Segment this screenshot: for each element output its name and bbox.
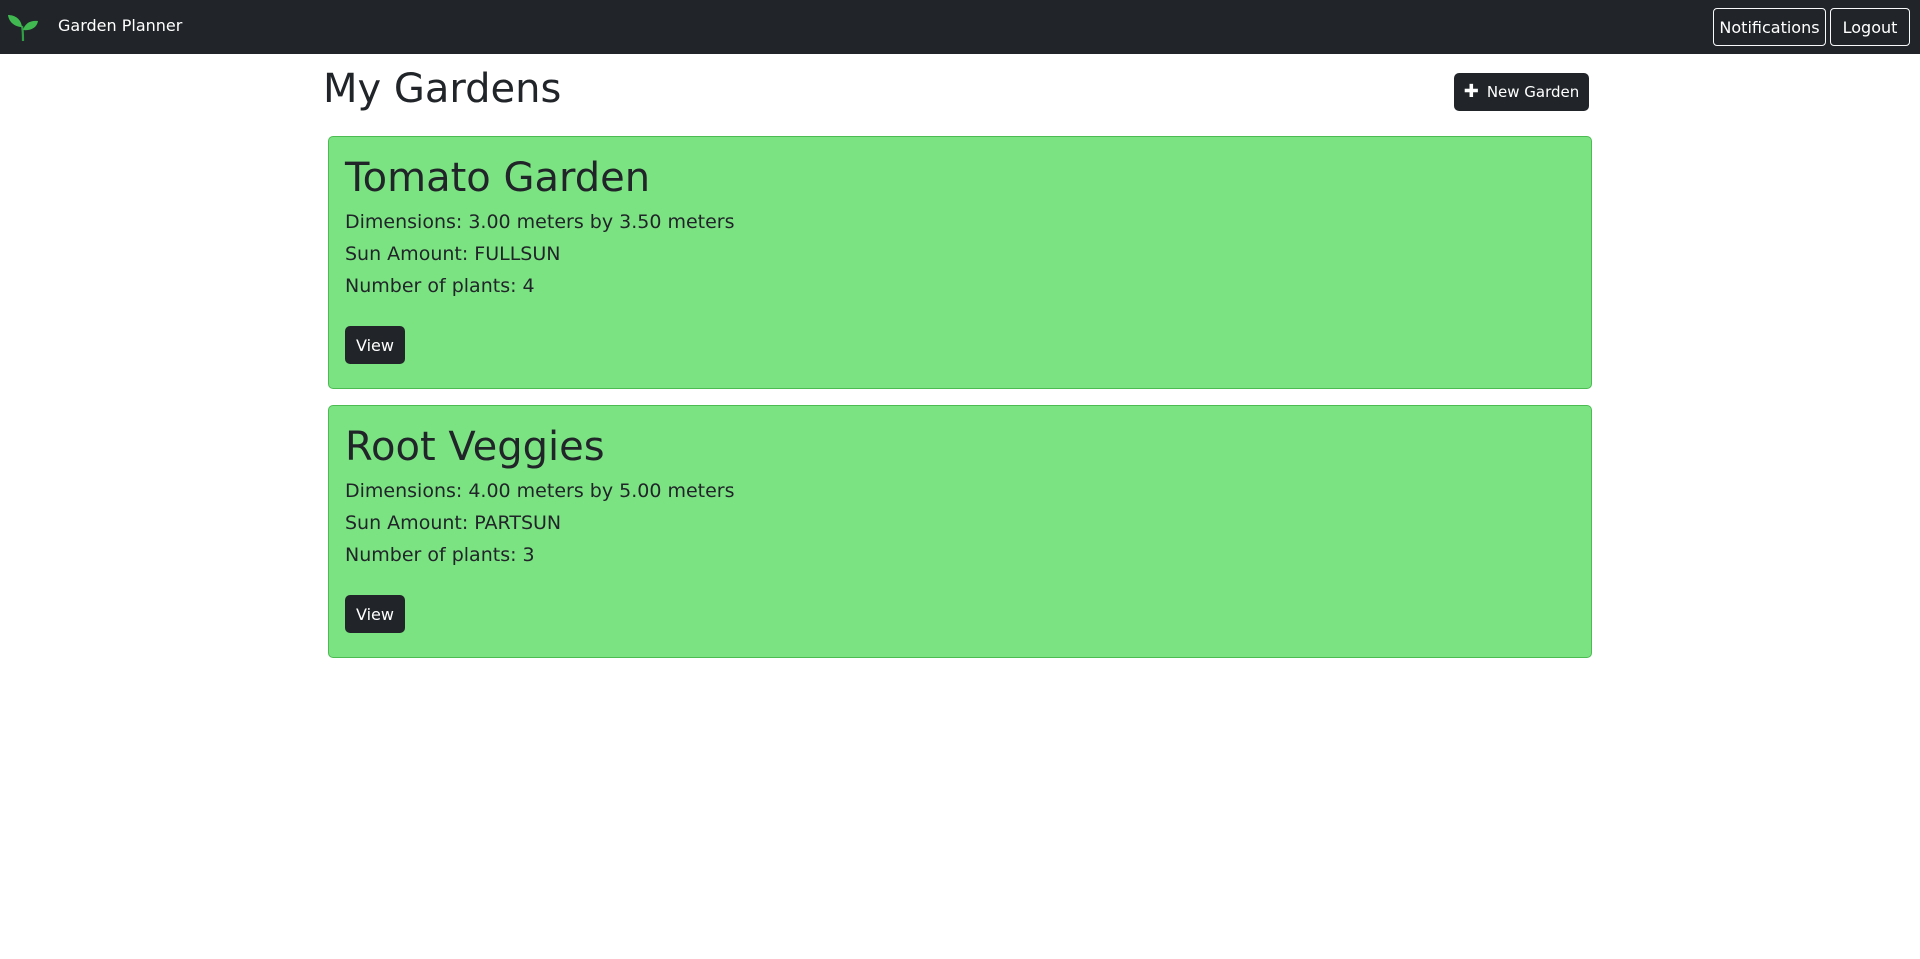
page-title: My Gardens <box>323 66 562 112</box>
garden-name: Tomato Garden <box>345 155 651 201</box>
sprout-icon[interactable] <box>7 12 39 42</box>
new-garden-label: New Garden <box>1486 83 1580 101</box>
view-garden-button[interactable]: View <box>345 326 405 364</box>
garden-dimensions: Dimensions: 4.00 meters by 5.00 meters <box>345 480 735 502</box>
logout-button[interactable]: Logout <box>1830 8 1910 46</box>
plus-icon: ✚ <box>1463 81 1479 102</box>
top-navbar: Garden Planner Notifications Logout <box>0 0 1920 54</box>
garden-sun-amount: Sun Amount: PARTSUN <box>345 512 562 534</box>
garden-name: Root Veggies <box>345 424 605 470</box>
new-garden-button[interactable]: ✚ New Garden <box>1454 73 1589 111</box>
view-garden-button[interactable]: View <box>345 595 405 633</box>
brand-title[interactable]: Garden Planner <box>58 16 182 35</box>
garden-plant-count: Number of plants: 4 <box>345 275 535 297</box>
garden-card: Root Veggies Dimensions: 4.00 meters by … <box>328 405 1592 658</box>
garden-sun-amount: Sun Amount: FULLSUN <box>345 243 561 265</box>
notifications-button[interactable]: Notifications <box>1713 8 1826 46</box>
garden-dimensions: Dimensions: 3.00 meters by 3.50 meters <box>345 211 735 233</box>
garden-card: Tomato Garden Dimensions: 3.00 meters by… <box>328 136 1592 389</box>
garden-plant-count: Number of plants: 3 <box>345 544 535 566</box>
